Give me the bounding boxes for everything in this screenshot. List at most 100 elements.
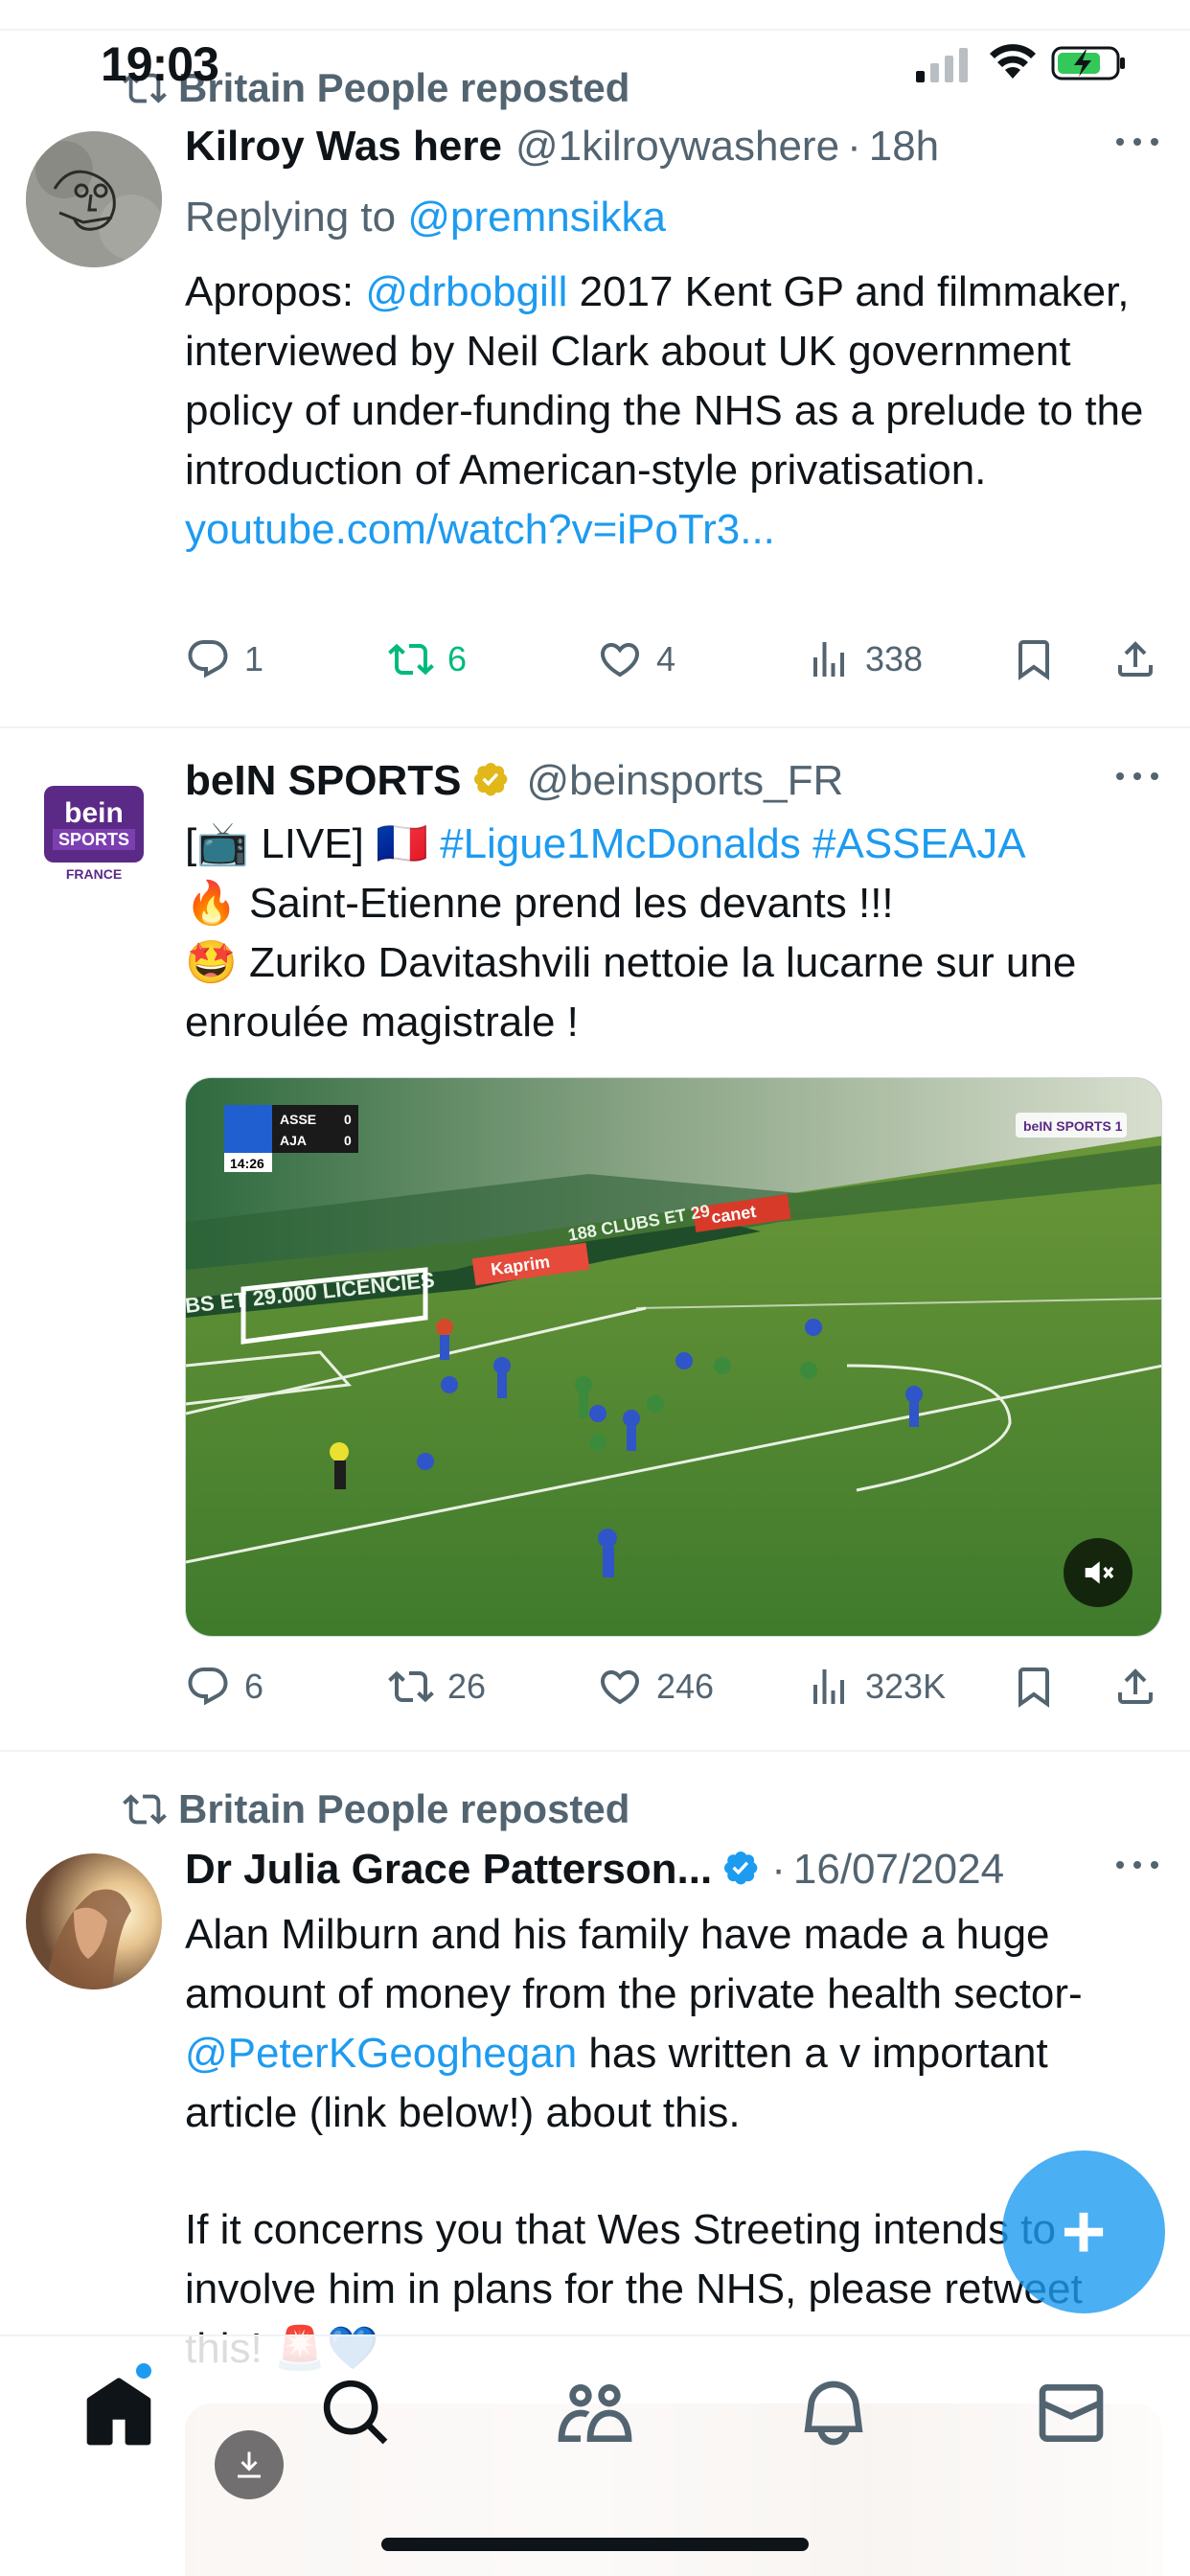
view-count: 323K [865, 1667, 947, 1706]
repost-button[interactable]: 26 [388, 1664, 486, 1710]
repost-icon [123, 1794, 167, 1825]
repost-icon [388, 1670, 434, 1703]
tab-communities[interactable] [557, 2375, 633, 2451]
compose-button[interactable]: + [1002, 2150, 1165, 2313]
analytics-icon [813, 1669, 844, 1704]
tweet-header: Kilroy Was here @1kilroywashere · 18h [185, 123, 1161, 171]
cellular-signal-icon [916, 48, 968, 82]
tweet-time[interactable]: 18h [869, 123, 939, 171]
wifi-icon [990, 44, 1036, 79]
tweet-text-part: Alan Milburn and his family have made a … [185, 1911, 1083, 2017]
download-icon [238, 2451, 261, 2478]
score-home-value: 0 [344, 1112, 352, 1127]
status-bar: 19:03 [0, 0, 1190, 125]
user-handle[interactable]: @beinsports_FR [527, 757, 844, 805]
tweet-text-part: Apropos: [185, 268, 366, 315]
battery-charging-icon [1051, 46, 1125, 80]
verified-gold-badge-icon [473, 762, 507, 796]
bein-logo-sports: SPORTS [52, 829, 135, 850]
repost-label: Britain People reposted [178, 1786, 630, 1831]
repost-icon [388, 643, 434, 676]
ligue1-logo [224, 1105, 272, 1153]
tweet-text-part: [📺 LIVE] 🇫🇷 [185, 820, 441, 867]
channel-watermark: beIN SPORTS 1 [1023, 1118, 1123, 1134]
bookmark-icon[interactable] [1011, 1664, 1057, 1710]
hashtag-links[interactable]: #Ligue1McDonalds #ASSEAJA [440, 820, 1025, 867]
heart-icon [600, 643, 640, 678]
profile-photo [26, 1853, 162, 1990]
repost-count: 26 [447, 1667, 487, 1706]
heart-icon [600, 1670, 640, 1705]
view-count: 338 [865, 639, 924, 678]
display-name[interactable]: Dr Julia Grace Patterson... [185, 1846, 712, 1894]
tweet-divider [0, 726, 1190, 728]
tweet-actions: 6 26 246 323K [185, 1664, 1162, 1721]
views-button[interactable]: 338 [806, 636, 923, 682]
bein-logo-country: FRANCE [65, 866, 123, 882]
repost-count: 6 [447, 639, 468, 678]
more-options-icon[interactable] [1113, 132, 1161, 151]
user-handle[interactable]: @1kilroywashere [515, 123, 839, 171]
bein-logo: bein SPORTS [44, 786, 144, 862]
reply-context: Replying to @premnsikka [185, 188, 1162, 247]
tweet-text: Alan Milburn and his family have made a … [185, 1905, 1162, 2143]
reply-icon [188, 1668, 228, 1706]
tweet-line-1: [📺 LIVE] 🇫🇷 #Ligue1McDonalds #ASSEAJA [185, 815, 1162, 874]
compose-plus-icon: + [1061, 2189, 1107, 2274]
match-clock: 14:26 [230, 1156, 264, 1171]
reply-count: 6 [244, 1667, 264, 1706]
tweet-actions: 1 6 4 338 [185, 636, 1162, 694]
football-match-video: Kaprim canet 188 CLUBS ET 29 BS ET 29.00… [186, 1078, 1161, 1636]
tweet-text: [📺 LIVE] 🇫🇷 #Ligue1McDonalds #ASSEAJA 🔥 … [185, 815, 1162, 1052]
notifications-icon [804, 2380, 863, 2446]
share-icon[interactable] [1112, 1664, 1158, 1710]
more-options-icon[interactable] [1113, 767, 1161, 786]
score-away-team: AJA [280, 1133, 307, 1148]
reply-prefix: Replying to [185, 194, 397, 241]
views-button[interactable]: 323K [806, 1664, 946, 1710]
repost-context: Britain People reposted [123, 1786, 629, 1832]
tab-home[interactable] [80, 2375, 157, 2451]
search-icon [323, 2380, 388, 2445]
separator-dot: · [847, 123, 861, 170]
tweet-header: beIN SPORTS @beinsports_FR [185, 757, 1161, 805]
reply-to-mention[interactable]: @premnsikka [407, 194, 666, 241]
tweet-header: Dr Julia Grace Patterson... · 16/07/2024 [185, 1846, 1161, 1894]
reply-button[interactable]: 1 [185, 636, 263, 682]
download-button[interactable] [215, 2430, 284, 2499]
external-link[interactable]: youtube.com/watch?v=iPoTr3... [185, 506, 775, 553]
reply-button[interactable]: 6 [185, 1664, 263, 1710]
mention-link[interactable]: @drbobgill [365, 268, 567, 315]
separator-dot: · [771, 1846, 786, 1893]
status-time: 19:03 [101, 37, 219, 91]
analytics-icon [813, 642, 844, 677]
tweet-time[interactable]: 16/07/2024 [793, 1846, 1004, 1894]
home-unread-dot [136, 2363, 151, 2379]
display-name[interactable]: beIN SPORTS [185, 757, 462, 805]
messages-icon [1039, 2384, 1104, 2442]
avatar-kilroy[interactable] [26, 131, 162, 267]
like-button[interactable]: 4 [597, 636, 675, 682]
bookmark-icon[interactable] [1011, 636, 1057, 682]
reply-count: 1 [244, 639, 264, 678]
speaker-muted-icon [1085, 1561, 1114, 1584]
more-options-icon[interactable] [1113, 1855, 1161, 1874]
tweet-divider [0, 1750, 1190, 1752]
repost-button[interactable]: 6 [388, 636, 467, 682]
tweet-line-2: 🔥 Saint-Etienne prend les devants !!! [185, 880, 894, 927]
tab-messages[interactable] [1033, 2375, 1110, 2451]
kilroy-drawing-icon [26, 131, 162, 267]
share-icon[interactable] [1112, 636, 1158, 682]
video-player[interactable]: Kaprim canet 188 CLUBS ET 29 BS ET 29.00… [185, 1077, 1162, 1637]
mute-button[interactable] [1064, 1538, 1133, 1607]
display-name[interactable]: Kilroy Was here [185, 123, 502, 171]
bein-logo-text: bein [64, 797, 124, 829]
tab-search[interactable] [318, 2375, 395, 2451]
verified-blue-badge-icon [724, 1851, 758, 1885]
tab-notifications[interactable] [795, 2375, 872, 2451]
like-button[interactable]: 246 [597, 1664, 714, 1710]
avatar-bein[interactable]: bein SPORTS FRANCE [36, 776, 151, 891]
avatar-julia[interactable] [26, 1853, 162, 1990]
mention-link[interactable]: @PeterKGeoghegan [185, 2030, 577, 2077]
tweet-text: Apropos: @drbobgill 2017 Kent GP and fil… [185, 263, 1162, 560]
